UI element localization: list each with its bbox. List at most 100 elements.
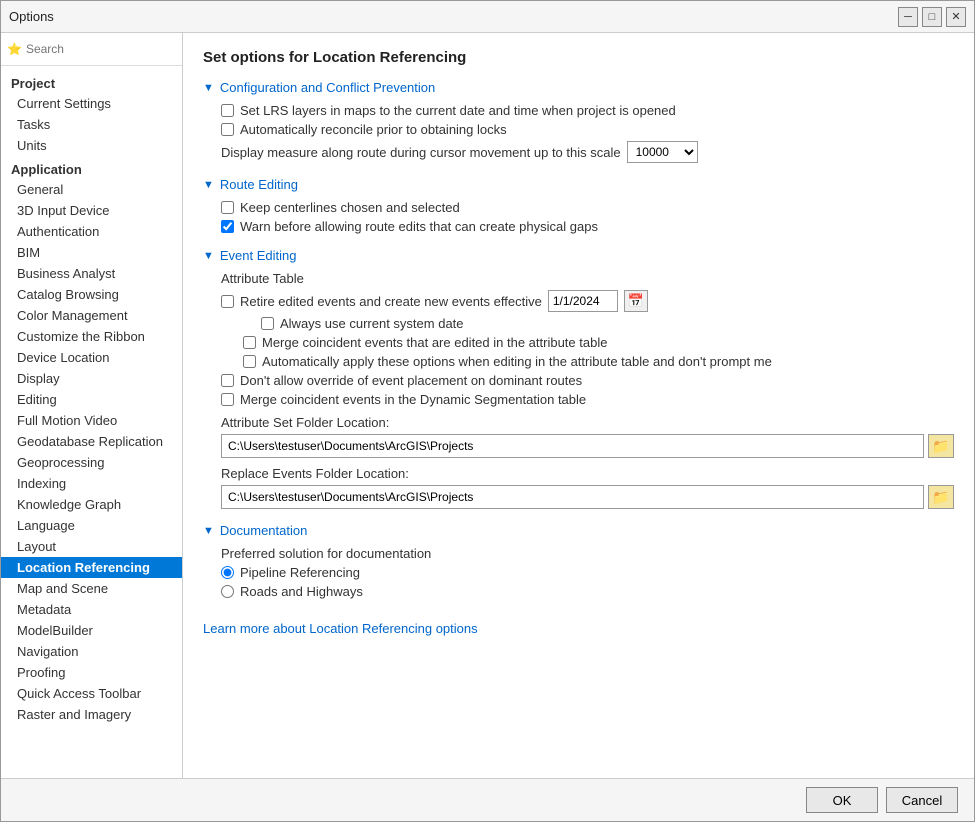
- main-panel: Set options for Location Referencing ▼ C…: [183, 33, 974, 778]
- sidebar-item-catalog-browsing[interactable]: Catalog Browsing: [1, 284, 182, 305]
- scale-row: Display measure along route during curso…: [221, 141, 954, 163]
- route-section-label: Route Editing: [220, 177, 298, 192]
- config-collapse-icon: ▼: [203, 82, 214, 94]
- learn-more-row: Learn more about Location Referencing op…: [203, 611, 954, 636]
- reconcile-label: Automatically reconcile prior to obtaini…: [240, 122, 507, 137]
- sidebar-item-bim[interactable]: BIM: [1, 242, 182, 263]
- sidebar-item-3d-input-device[interactable]: 3D Input Device: [1, 200, 182, 221]
- sidebar: ⭐ 🔍 Project Current Settings Tasks Units…: [1, 33, 183, 778]
- calendar-button[interactable]: 📅: [624, 290, 648, 312]
- replace-folder-button[interactable]: 📁: [928, 485, 954, 509]
- sidebar-item-quick-access-toolbar[interactable]: Quick Access Toolbar: [1, 683, 182, 704]
- always-current-checkbox[interactable]: [261, 317, 274, 330]
- folder-icon-2: 📁: [932, 489, 949, 506]
- scale-label: Display measure along route during curso…: [221, 145, 621, 160]
- close-button[interactable]: ✕: [946, 7, 966, 27]
- attr-set-label: Attribute Set Folder Location:: [221, 415, 954, 430]
- preferred-solution-label: Preferred solution for documentation: [221, 546, 954, 561]
- title-bar: Options ─ □ ✕: [1, 1, 974, 33]
- main-title: Set options for Location Referencing: [203, 49, 954, 66]
- sidebar-item-editing[interactable]: Editing: [1, 389, 182, 410]
- ok-button[interactable]: OK: [806, 787, 878, 813]
- retire-events-row: Retire edited events and create new even…: [221, 290, 954, 312]
- auto-apply-checkbox[interactable]: [243, 355, 256, 368]
- search-bar: ⭐ 🔍: [1, 33, 182, 66]
- documentation-collapse-icon: ▼: [203, 525, 214, 537]
- config-section-header[interactable]: ▼ Configuration and Conflict Prevention: [203, 80, 954, 95]
- sidebar-item-layout[interactable]: Layout: [1, 536, 182, 557]
- sidebar-item-device-location[interactable]: Device Location: [1, 347, 182, 368]
- warn-route-row: Warn before allowing route edits that ca…: [221, 219, 954, 234]
- sidebar-item-language[interactable]: Language: [1, 515, 182, 536]
- scale-select[interactable]: 10000 1000 5000 25000 50000 100000: [627, 141, 698, 163]
- sidebar-item-current-settings[interactable]: Current Settings: [1, 93, 182, 114]
- merge-dynamic-seg-row: Merge coincident events in the Dynamic S…: [221, 392, 954, 407]
- dont-allow-override-row: Don't allow override of event placement …: [221, 373, 954, 388]
- bottom-bar: OK Cancel: [1, 778, 974, 821]
- sidebar-item-indexing[interactable]: Indexing: [1, 473, 182, 494]
- warn-route-label: Warn before allowing route edits that ca…: [240, 219, 598, 234]
- event-section-label: Event Editing: [220, 248, 297, 263]
- keep-centerlines-label: Keep centerlines chosen and selected: [240, 200, 460, 215]
- documentation-section-header[interactable]: ▼ Documentation: [203, 523, 954, 538]
- content-area: ⭐ 🔍 Project Current Settings Tasks Units…: [1, 33, 974, 778]
- replace-label: Replace Events Folder Location:: [221, 466, 954, 481]
- keep-centerlines-row: Keep centerlines chosen and selected: [221, 200, 954, 215]
- attr-set-path-input[interactable]: [221, 434, 924, 458]
- pipeline-referencing-label: Pipeline Referencing: [240, 565, 360, 580]
- auto-apply-row: Automatically apply these options when e…: [243, 354, 954, 369]
- date-input[interactable]: [548, 290, 618, 312]
- sidebar-item-general[interactable]: General: [1, 179, 182, 200]
- documentation-section-content: Preferred solution for documentation Pip…: [221, 546, 954, 599]
- sidebar-group-project: Project: [1, 70, 182, 93]
- sidebar-item-metadata[interactable]: Metadata: [1, 599, 182, 620]
- roads-highways-row: Roads and Highways: [221, 584, 954, 599]
- retire-events-checkbox[interactable]: [221, 295, 234, 308]
- sidebar-item-navigation[interactable]: Navigation: [1, 641, 182, 662]
- sidebar-item-knowledge-graph[interactable]: Knowledge Graph: [1, 494, 182, 515]
- maximize-icon: □: [929, 11, 936, 23]
- sidebar-item-units[interactable]: Units: [1, 135, 182, 156]
- replace-path-input[interactable]: [221, 485, 924, 509]
- sidebar-item-tasks[interactable]: Tasks: [1, 114, 182, 135]
- event-section-header[interactable]: ▼ Event Editing: [203, 248, 954, 263]
- keep-centerlines-checkbox[interactable]: [221, 201, 234, 214]
- sidebar-item-authentication[interactable]: Authentication: [1, 221, 182, 242]
- sidebar-list: Project Current Settings Tasks Units App…: [1, 66, 182, 778]
- lrs-layers-label: Set LRS layers in maps to the current da…: [240, 103, 676, 118]
- pipeline-referencing-radio[interactable]: [221, 566, 234, 579]
- merge-coincident-attr-checkbox[interactable]: [243, 336, 256, 349]
- lrs-layers-row: Set LRS layers in maps to the current da…: [221, 103, 954, 118]
- close-icon: ✕: [951, 10, 960, 23]
- sidebar-group-application: Application: [1, 156, 182, 179]
- minimize-button[interactable]: ─: [898, 7, 918, 27]
- cancel-button[interactable]: Cancel: [886, 787, 958, 813]
- sidebar-item-full-motion-video[interactable]: Full Motion Video: [1, 410, 182, 431]
- sidebar-item-display[interactable]: Display: [1, 368, 182, 389]
- route-section-header[interactable]: ▼ Route Editing: [203, 177, 954, 192]
- sidebar-item-business-analyst[interactable]: Business Analyst: [1, 263, 182, 284]
- sidebar-item-map-and-scene[interactable]: Map and Scene: [1, 578, 182, 599]
- sidebar-item-raster-and-imagery[interactable]: Raster and Imagery: [1, 704, 182, 725]
- maximize-button[interactable]: □: [922, 7, 942, 27]
- search-input[interactable]: [26, 42, 181, 56]
- warn-route-checkbox[interactable]: [221, 220, 234, 233]
- roads-highways-radio[interactable]: [221, 585, 234, 598]
- sidebar-item-proofing[interactable]: Proofing: [1, 662, 182, 683]
- sidebar-item-modelbuilder[interactable]: ModelBuilder: [1, 620, 182, 641]
- lrs-layers-checkbox[interactable]: [221, 104, 234, 117]
- sidebar-item-geoprocessing[interactable]: Geoprocessing: [1, 452, 182, 473]
- dont-allow-override-label: Don't allow override of event placement …: [240, 373, 582, 388]
- merge-dynamic-seg-label: Merge coincident events in the Dynamic S…: [240, 392, 586, 407]
- reconcile-row: Automatically reconcile prior to obtaini…: [221, 122, 954, 137]
- learn-more-link[interactable]: Learn more about Location Referencing op…: [203, 621, 478, 636]
- reconcile-checkbox[interactable]: [221, 123, 234, 136]
- sidebar-item-customize-ribbon[interactable]: Customize the Ribbon: [1, 326, 182, 347]
- dont-allow-override-checkbox[interactable]: [221, 374, 234, 387]
- attr-set-folder-button[interactable]: 📁: [928, 434, 954, 458]
- sidebar-item-color-management[interactable]: Color Management: [1, 305, 182, 326]
- merge-dynamic-seg-checkbox[interactable]: [221, 393, 234, 406]
- window-controls: ─ □ ✕: [898, 7, 966, 27]
- sidebar-item-geodatabase-replication[interactable]: Geodatabase Replication: [1, 431, 182, 452]
- sidebar-item-location-referencing[interactable]: Location Referencing: [1, 557, 182, 578]
